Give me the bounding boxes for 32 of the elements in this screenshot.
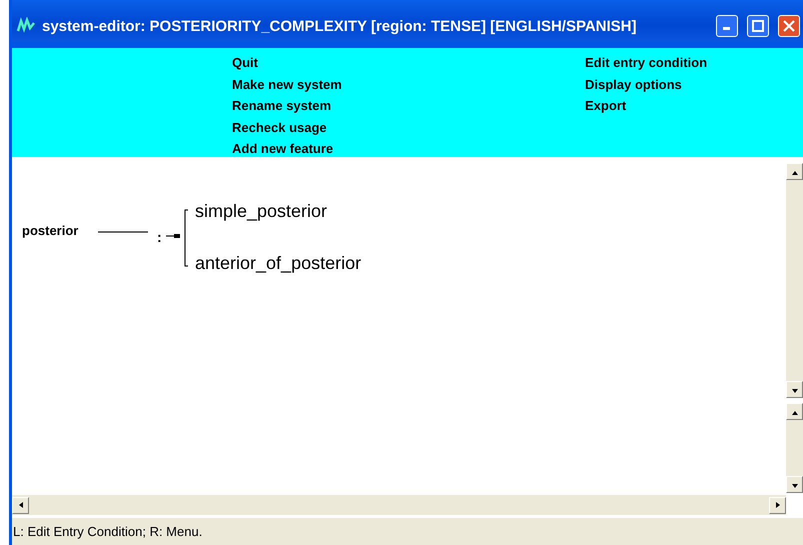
- menu-item[interactable]: Rename system: [232, 95, 585, 116]
- arrow-icon: [16, 501, 24, 509]
- vertical-scrollbar[interactable]: [786, 163, 803, 398]
- minimize-button[interactable]: [716, 15, 738, 37]
- menu-item[interactable]: Edit entry condition: [585, 52, 803, 74]
- feature-label: posterior: [22, 223, 78, 238]
- window-title: system-editor: POSTERIORITY_COMPLEXITY [region: TENSE] [ENGLISH/SPANISH]: [42, 18, 638, 34]
- menu-item[interactable]: Recheck usage: [232, 116, 585, 138]
- scroll-down-button[interactable]: [786, 381, 803, 398]
- vertical-scrollbar[interactable]: [786, 403, 803, 493]
- connector-line: [98, 231, 148, 233]
- maximize-icon: [752, 20, 764, 32]
- scroll-left-button[interactable]: [12, 496, 29, 514]
- connector-symbol: :: [157, 229, 162, 245]
- menu-item[interactable]: Export: [585, 95, 803, 116]
- app-icon: [16, 17, 36, 35]
- system-option: anterior_of_posterior: [195, 253, 362, 274]
- scroll-up-button[interactable]: [786, 163, 803, 180]
- menu-item[interactable]: Make new system: [232, 74, 585, 95]
- scroll-right-button[interactable]: [769, 496, 786, 514]
- system-option: simple_posterior: [195, 201, 328, 222]
- arrow-icon: [774, 501, 782, 509]
- maximize-button[interactable]: [747, 15, 769, 37]
- status-text: L: Edit Entry Condition; R: Menu.: [13, 524, 202, 539]
- scroll-up-button[interactable]: [786, 403, 803, 420]
- menu-item[interactable]: Display options: [585, 74, 803, 95]
- scroll-down-button[interactable]: [786, 476, 803, 493]
- close-icon: [783, 20, 795, 32]
- menu-item[interactable]: Quit: [232, 52, 585, 74]
- menu-item[interactable]: Add new feature: [232, 138, 585, 160]
- horizontal-scrollbar[interactable]: [12, 495, 786, 515]
- close-button[interactable]: [778, 15, 800, 37]
